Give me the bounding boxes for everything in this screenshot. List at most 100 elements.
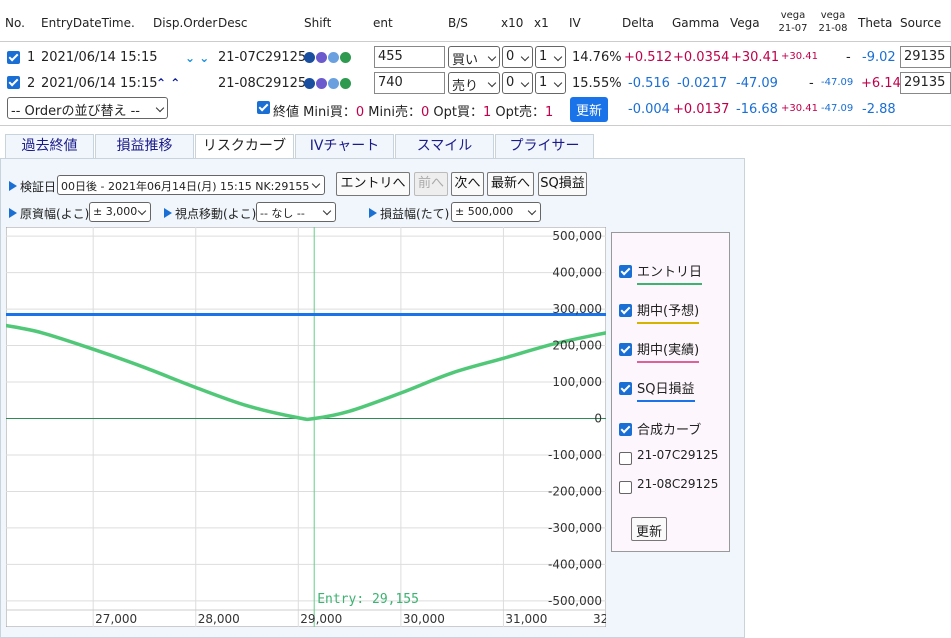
verify-date-select[interactable]: 00日後 - 2021年06月14日(月) 15:15 NK:29155: [57, 175, 325, 195]
entry-button[interactable]: エントリへ: [336, 172, 410, 196]
legend-checkbox[interactable]: [619, 304, 632, 317]
row-desc: 21-08C29125: [218, 76, 307, 91]
header-bs: B/S: [448, 16, 468, 30]
ent-input[interactable]: 455: [374, 46, 445, 68]
summary-vega-21-08: -47.09: [821, 103, 854, 114]
shift-right-icon[interactable]: [340, 78, 351, 89]
shift-buttons: [304, 51, 352, 66]
row-select-checkbox[interactable]: [7, 76, 20, 89]
range-select[interactable]: ± 3,000: [89, 202, 151, 222]
x-tick-label: 31,000: [505, 612, 547, 626]
tab-iv-chart[interactable]: IVチャート: [295, 134, 394, 158]
triangle-right-icon: [9, 208, 17, 218]
mini-sell-label: Mini売：: [368, 105, 421, 120]
tab-pl-transition[interactable]: 損益推移: [95, 134, 194, 158]
legend-checkbox[interactable]: [619, 481, 632, 494]
order-down-arrows-icon[interactable]: ⌄ ⌄: [185, 51, 209, 65]
ent-input[interactable]: 740: [374, 72, 445, 94]
shift-left-icon[interactable]: [328, 78, 339, 89]
row-vega-21-08: -47.09: [821, 77, 854, 88]
plot-area: [6, 227, 606, 627]
triangle-right-icon: [164, 208, 172, 218]
y-tick-label: 500,000: [552, 229, 602, 243]
row-no: 2: [27, 76, 36, 91]
tab-risk-curve[interactable]: リスクカーブ: [195, 134, 294, 159]
header-iv: IV: [569, 16, 581, 30]
shift-down-icon[interactable]: [316, 52, 327, 63]
tab-past-close[interactable]: 過去終値: [5, 134, 94, 158]
close-price-checkbox[interactable]: [257, 101, 270, 114]
summary-gamma: +0.0137: [673, 102, 730, 117]
x1-select[interactable]: 1: [535, 46, 566, 68]
viewpoint-shift-select[interactable]: -- なし --: [256, 202, 336, 222]
header-no: No.: [5, 16, 25, 30]
x10-select[interactable]: 0: [502, 46, 533, 68]
next-button[interactable]: 次へ: [451, 172, 484, 196]
table-row: 1 2021/06/14 15:15 ⌄ ⌄ 21-07C29125 455 買…: [0, 44, 951, 70]
legend-update-button[interactable]: 更新: [631, 517, 668, 541]
header-shift: Shift: [304, 16, 332, 30]
y-tick-label: 400,000: [552, 266, 602, 280]
row-iv: 15.55%: [572, 76, 622, 91]
x10-select[interactable]: 0: [502, 72, 533, 94]
shift-left-icon[interactable]: [328, 52, 339, 63]
triangle-right-icon: [9, 181, 17, 191]
source-input[interactable]: 29135: [900, 72, 951, 94]
sq-pl-button[interactable]: SQ損益: [538, 172, 587, 196]
bs-select[interactable]: 買い: [448, 46, 500, 68]
legend-panel: エントリ日 期中(予想) 期中(実績) SQ日損益 合成カーブ 21-07C29…: [611, 232, 730, 552]
y-tick-label: -100,000: [548, 448, 602, 462]
x-tick-label: 29,000: [300, 612, 342, 626]
pl-range-select[interactable]: ± 500,000: [451, 202, 541, 222]
row-theta: +6.14: [861, 76, 901, 91]
row-gamma: -0.0217: [677, 76, 728, 91]
legend-checkbox[interactable]: [619, 452, 632, 465]
header-entry: EntryDateTime.: [41, 16, 135, 30]
shift-right-icon[interactable]: [340, 52, 351, 63]
row-vega-21-07: -: [809, 76, 814, 91]
legend-checkbox[interactable]: [619, 265, 632, 278]
opt-sell-label: Opt売：: [495, 105, 545, 120]
legend-checkbox[interactable]: [619, 382, 632, 395]
y-tick-label: -500,000: [548, 594, 602, 608]
row-vega: +30.41: [731, 50, 780, 65]
summary-delta: -0.004: [628, 102, 670, 117]
y-tick-label: -400,000: [548, 557, 602, 571]
order-up-arrows-icon[interactable]: ⌃ ⌃: [156, 76, 180, 90]
row-vega-21-07: +30.41: [781, 51, 819, 62]
row-entry-datetime: 2021/06/14 15:15: [41, 50, 158, 65]
prev-button[interactable]: 前へ: [414, 172, 448, 196]
latest-button[interactable]: 最新へ: [487, 172, 534, 196]
row-vega-21-08: -: [846, 50, 851, 65]
source-input[interactable]: 29135: [900, 46, 951, 68]
legend-label: 21-08C29125: [637, 477, 719, 491]
header-vega: Vega: [730, 16, 760, 30]
shift-up-icon[interactable]: [304, 78, 315, 89]
shift-down-icon[interactable]: [316, 78, 327, 89]
shift-up-icon[interactable]: [304, 52, 315, 63]
order-sort-select[interactable]: -- Orderの並び替え --: [7, 97, 168, 119]
legend-checkbox[interactable]: [619, 423, 632, 436]
y-tick-label: 300,000: [552, 302, 602, 316]
triangle-right-icon: [369, 208, 377, 218]
legend-label: エントリ日: [637, 261, 703, 285]
header-x1: x1: [534, 16, 549, 30]
tab-pricer[interactable]: プライサー: [495, 134, 594, 158]
x1-select[interactable]: 1: [535, 72, 566, 94]
y-tick-label: 0: [594, 412, 602, 426]
opt-buy-label: Opt買：: [433, 105, 483, 120]
opt-buy-count: 1: [482, 105, 492, 120]
bs-select[interactable]: 売り: [448, 72, 500, 94]
tab-smile[interactable]: スマイル: [395, 134, 494, 158]
update-button[interactable]: 更新: [570, 97, 609, 122]
header-disp-order: Disp.Order: [153, 16, 218, 30]
legend-checkbox[interactable]: [619, 343, 632, 356]
row-delta: -0.516: [628, 76, 670, 91]
row-select-checkbox[interactable]: [7, 51, 20, 64]
row-delta: +0.512: [624, 50, 673, 65]
header-desc: Desc: [218, 16, 248, 30]
header-theta: Theta: [858, 16, 893, 30]
row-gamma: +0.0354: [673, 50, 730, 65]
row-entry-datetime: 2021/06/14 15:15: [41, 76, 158, 91]
risk-curve-chart: 500,000 400,000 300,000 200,000 100,000 0 -100…: [6, 227, 606, 627]
